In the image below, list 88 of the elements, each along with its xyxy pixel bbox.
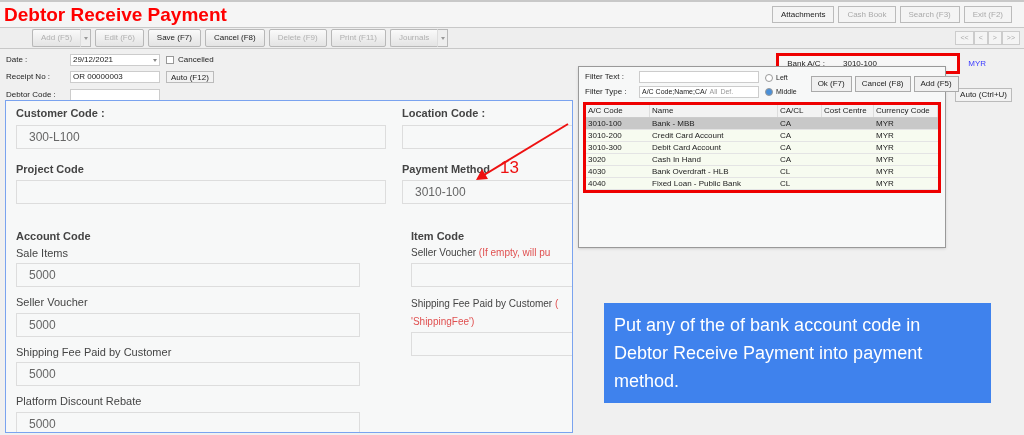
table-cell-text: 3010-200 xyxy=(587,130,623,142)
column-header[interactable]: Cost Centre xyxy=(822,105,874,117)
table-cell-text: MYR xyxy=(875,130,895,142)
table-row[interactable]: 4040 Fixed Loan - Public Bank CL MYR xyxy=(586,178,938,190)
table-cell-text: CL xyxy=(779,178,792,190)
column-header[interactable]: Name xyxy=(650,105,778,117)
dialog-button[interactable]: Ok (F7) xyxy=(810,76,852,92)
input-field[interactable]: 5000 xyxy=(16,362,360,386)
table-cell-text: MYR xyxy=(875,154,895,166)
table-cell-text: 4030 xyxy=(587,166,607,178)
currency-label: MYR xyxy=(968,57,987,70)
field-note: 'ShippingFee') xyxy=(411,314,475,329)
input-field[interactable]: 5000 xyxy=(16,263,360,287)
field-label: Location Code : xyxy=(402,106,486,121)
debtor-field[interactable] xyxy=(70,88,160,101)
table-cell-text: Bank - MBB xyxy=(651,118,696,130)
field-label: Shipping Fee Paid by Customer ( xyxy=(411,296,559,311)
table-cell-text: Fixed Loan - Public Bank xyxy=(651,178,742,190)
dropdown-button[interactable] xyxy=(438,29,449,47)
table-cell-text: Bank Overdraft - HLB xyxy=(651,166,730,178)
field-label: Seller Voucher (If empty, will pu xyxy=(411,245,551,260)
field-label: Platform Discount Rebate xyxy=(16,394,142,409)
bank-field[interactable]: 3010-100 xyxy=(843,57,877,70)
table-cell-text: CA xyxy=(779,154,793,166)
table-cell-text: CA xyxy=(779,118,793,130)
caret-icon xyxy=(440,36,445,40)
dropdown-button[interactable] xyxy=(81,29,92,47)
input-field[interactable]: 3010-100 xyxy=(402,180,572,204)
caret-icon xyxy=(83,36,88,40)
debtor-label: Debtor Code : xyxy=(6,88,57,101)
date-field[interactable]: 29/12/2021 xyxy=(70,54,160,67)
table-cell-text: Credit Card Account xyxy=(651,130,725,142)
table-cell-text: CA xyxy=(779,142,793,154)
radio-button[interactable] xyxy=(765,74,773,83)
table-cell-text: MYR xyxy=(875,118,895,130)
filter-text-field[interactable] xyxy=(639,71,759,83)
table-row[interactable]: 4030 Bank Overdraft - HLB CL MYR xyxy=(586,166,938,178)
field-label: Payment Method xyxy=(402,161,490,177)
table-cell-text: MYR xyxy=(875,178,895,190)
table-cell-text: 3010-100 xyxy=(587,118,623,130)
receipt-field[interactable]: OR 00000003 xyxy=(70,71,160,84)
input-field[interactable]: 300-L100 xyxy=(16,124,386,149)
column-header[interactable]: CA/CL xyxy=(778,105,822,117)
table-cell-text: CA xyxy=(779,130,793,142)
table-row[interactable]: 3020 Cash In Hand CA MYR xyxy=(586,154,938,166)
filter-type-label: Filter Type : xyxy=(585,86,628,98)
section-heading: Item Code xyxy=(411,229,465,244)
input-field[interactable] xyxy=(16,180,386,204)
receipt-label: Receipt No : xyxy=(6,71,52,84)
table-cell-text: Debit Card Account xyxy=(651,142,722,154)
field-label: Project Code xyxy=(16,161,84,177)
toolbar-button[interactable]: Cancel (F8) xyxy=(204,29,265,47)
callout: Put any of the of bank account code in Debtor Receive Payment into payment method. xyxy=(604,303,991,403)
toolbar-button[interactable]: Save (F7) xyxy=(147,29,201,47)
auto-button[interactable]: Auto (Ctrl+U) xyxy=(955,88,1012,102)
table-cell-text: 3020 xyxy=(587,154,607,166)
table-row[interactable]: 3010-100 Bank - MBB CA MYR xyxy=(586,118,938,130)
radio-button[interactable] xyxy=(765,87,773,96)
table-row[interactable]: 3010-300 Debit Card Account CA MYR xyxy=(586,142,938,154)
field-label: Sale Items xyxy=(16,245,68,261)
dialog-button[interactable]: Add (F5) xyxy=(913,76,959,92)
input-field[interactable]: 5000 xyxy=(16,411,360,432)
input-field[interactable] xyxy=(411,331,572,356)
header-button[interactable]: Attachments xyxy=(771,6,835,23)
field-label: Shipping Fee Paid by Customer xyxy=(16,344,172,360)
input-field[interactable]: 5000 xyxy=(16,312,360,337)
date-label: Date : xyxy=(6,54,29,67)
auto-button[interactable]: Auto (F12) xyxy=(166,71,214,83)
bank-label: Bank A/C : xyxy=(787,57,825,70)
table-cell-text: 4040 xyxy=(587,178,607,190)
checkbox[interactable] xyxy=(166,56,174,65)
dialog-button[interactable]: Cancel (F8) xyxy=(854,76,911,92)
section-heading: Account Code xyxy=(16,229,91,244)
field-label: Customer Code : xyxy=(16,106,105,121)
caret-icon xyxy=(153,58,157,62)
table-cell-text: MYR xyxy=(875,166,895,178)
filter-text-label: Filter Text : xyxy=(585,71,625,83)
column-header[interactable]: Currency Code xyxy=(874,105,938,117)
input-field[interactable] xyxy=(411,262,572,287)
table-cell-text: CL xyxy=(779,166,792,178)
window-title: Debtor Receive Payment xyxy=(4,5,227,24)
field-label: Seller Voucher xyxy=(16,295,88,310)
column-header[interactable]: A/C Code xyxy=(586,105,650,117)
checkbox-label: Cancelled xyxy=(178,54,214,67)
table-row[interactable]: 3010-200 Credit Card Account CA MYR xyxy=(586,130,938,142)
table-cell-text: MYR xyxy=(875,142,895,154)
table-cell-text: 3010-300 xyxy=(587,142,623,154)
table-cell-text: Cash In Hand xyxy=(651,154,702,166)
